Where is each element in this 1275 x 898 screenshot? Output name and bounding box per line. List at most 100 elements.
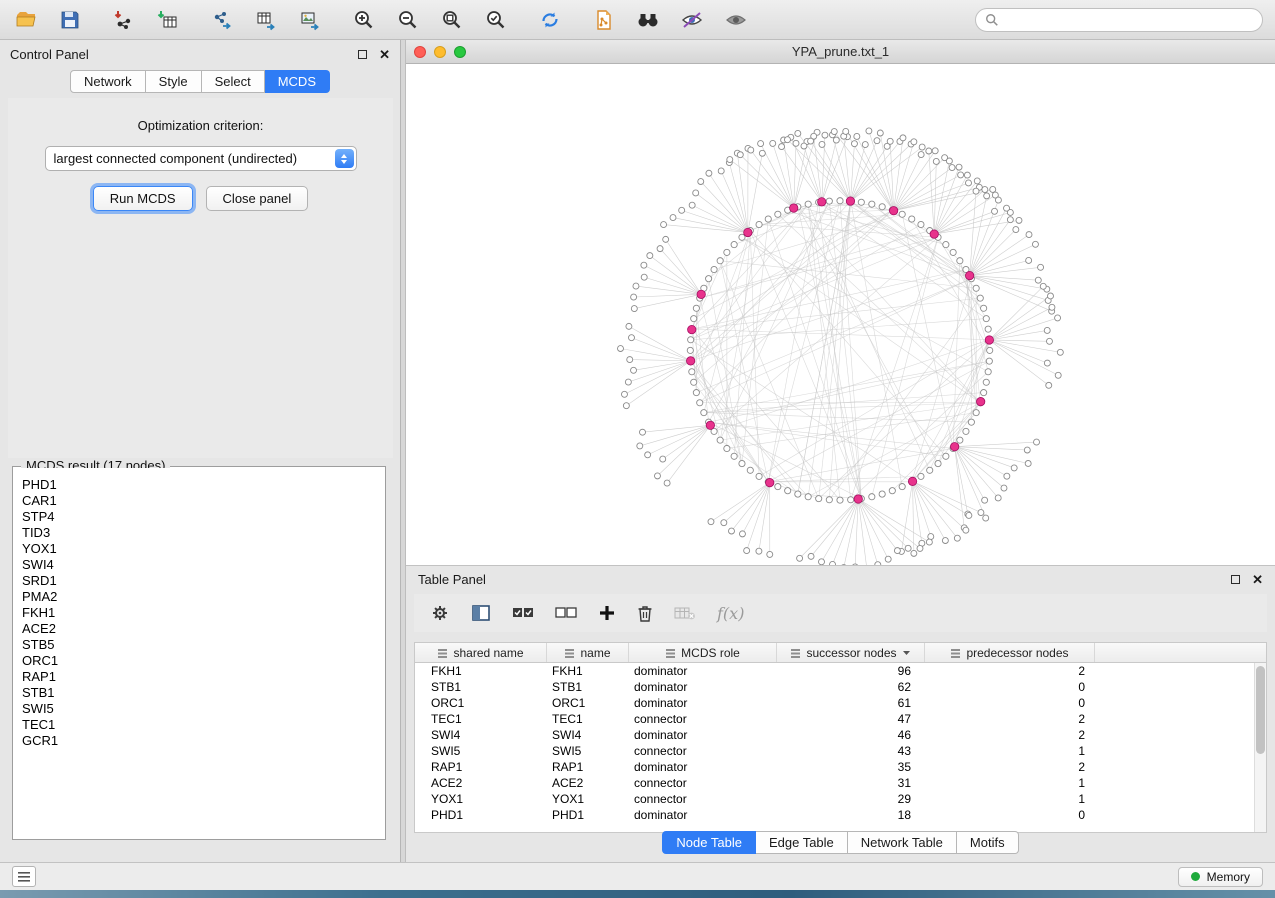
refresh-layout-button[interactable] bbox=[536, 6, 564, 34]
hide-details-button[interactable] bbox=[678, 6, 706, 34]
list-item[interactable]: SWI5 bbox=[22, 701, 384, 717]
add-row-icon[interactable] bbox=[598, 604, 616, 622]
column-header-name[interactable]: name bbox=[547, 643, 629, 662]
list-item[interactable]: GCR1 bbox=[22, 733, 384, 749]
table-vertical-scrollbar[interactable] bbox=[1254, 663, 1266, 832]
export-image-button[interactable] bbox=[296, 6, 324, 34]
list-item[interactable]: YOX1 bbox=[22, 541, 384, 557]
table-cell: 29 bbox=[777, 792, 925, 806]
export-group bbox=[208, 6, 324, 34]
tab-style[interactable]: Style bbox=[146, 70, 202, 93]
deselect-all-checkbox-icon[interactable] bbox=[555, 606, 577, 620]
network-canvas[interactable] bbox=[406, 64, 1275, 565]
optimization-criterion-label: Optimization criterion: bbox=[8, 118, 393, 133]
export-table-button[interactable] bbox=[252, 6, 280, 34]
table-cell: FKH1 bbox=[415, 664, 547, 678]
list-item[interactable]: SRD1 bbox=[22, 573, 384, 589]
table-cell: STB1 bbox=[547, 680, 629, 694]
list-item[interactable]: RAP1 bbox=[22, 669, 384, 685]
tab-select[interactable]: Select bbox=[202, 70, 265, 93]
file-group bbox=[12, 6, 84, 34]
function-fx-icon[interactable]: f(x) bbox=[717, 604, 744, 623]
tab-motifs[interactable]: Motifs bbox=[957, 831, 1019, 854]
list-item[interactable]: PHD1 bbox=[22, 477, 384, 493]
mcds-result-list[interactable]: PHD1CAR1STP4TID3YOX1SWI4SRD1PMA2FKH1ACE2… bbox=[14, 468, 384, 838]
list-item[interactable]: STP4 bbox=[22, 509, 384, 525]
minimize-window-icon[interactable] bbox=[434, 46, 446, 58]
maximize-window-icon[interactable] bbox=[454, 46, 466, 58]
desktop-background bbox=[0, 890, 1275, 898]
list-item[interactable]: STB1 bbox=[22, 685, 384, 701]
import-table-button[interactable] bbox=[154, 6, 182, 34]
close-table-panel-icon[interactable]: ✕ bbox=[1252, 573, 1263, 586]
table-row[interactable]: TEC1TEC1connector472 bbox=[415, 711, 1254, 727]
list-item[interactable]: TID3 bbox=[22, 525, 384, 541]
optimization-criterion-select[interactable]: largest connected component (undirected) bbox=[45, 146, 357, 171]
column-layout-icon[interactable] bbox=[471, 604, 491, 622]
close-panel-icon[interactable]: ✕ bbox=[379, 48, 390, 61]
float-panel-button[interactable] bbox=[358, 50, 367, 59]
binoculars-search-button[interactable] bbox=[634, 6, 662, 34]
table-row[interactable]: FKH1FKH1dominator962 bbox=[415, 663, 1254, 679]
tab-edge-table[interactable]: Edge Table bbox=[756, 831, 848, 854]
table-row[interactable]: PHD1PHD1dominator180 bbox=[415, 807, 1254, 823]
network-window-titlebar[interactable]: YPA_prune.txt_1 bbox=[406, 40, 1275, 64]
column-header-successor-nodes[interactable]: successor nodes bbox=[777, 643, 925, 662]
import-network-button[interactable] bbox=[110, 6, 138, 34]
import-table-icon bbox=[157, 9, 179, 31]
show-graphics-eye-icon bbox=[724, 9, 748, 31]
select-all-checkbox-icon[interactable] bbox=[512, 606, 534, 620]
list-item[interactable]: ACE2 bbox=[22, 621, 384, 637]
sort-icon bbox=[437, 648, 448, 658]
open-file-button[interactable] bbox=[12, 6, 40, 34]
list-item[interactable]: TEC1 bbox=[22, 717, 384, 733]
list-item[interactable]: FKH1 bbox=[22, 605, 384, 621]
close-panel-button[interactable]: Close panel bbox=[206, 186, 309, 211]
table-row[interactable]: YOX1YOX1connector291 bbox=[415, 791, 1254, 807]
network-graph[interactable] bbox=[406, 64, 1275, 565]
close-window-icon[interactable] bbox=[414, 46, 426, 58]
column-header-filler bbox=[1095, 643, 1266, 662]
table-row[interactable]: RAP1RAP1dominator352 bbox=[415, 759, 1254, 775]
export-image-icon bbox=[299, 9, 321, 31]
settings-gear-icon[interactable] bbox=[430, 603, 450, 623]
tab-network[interactable]: Network bbox=[70, 70, 146, 93]
float-table-panel-button[interactable] bbox=[1231, 575, 1240, 584]
delete-row-icon[interactable] bbox=[637, 604, 653, 623]
table-row[interactable]: ORC1ORC1dominator610 bbox=[415, 695, 1254, 711]
column-header-mcds-role[interactable]: MCDS role bbox=[629, 643, 777, 662]
search-field[interactable] bbox=[975, 8, 1263, 32]
list-item[interactable]: PMA2 bbox=[22, 589, 384, 605]
table-row[interactable]: SWI4SWI4dominator462 bbox=[415, 727, 1254, 743]
zoom-in-button[interactable] bbox=[350, 6, 378, 34]
run-mcds-button[interactable]: Run MCDS bbox=[93, 186, 193, 211]
list-item[interactable]: ORC1 bbox=[22, 653, 384, 669]
export-network-button[interactable] bbox=[208, 6, 236, 34]
save-button[interactable] bbox=[56, 6, 84, 34]
search-input[interactable] bbox=[1005, 12, 1253, 28]
table-row[interactable]: SWI5SWI5connector431 bbox=[415, 743, 1254, 759]
tab-mcds[interactable]: MCDS bbox=[265, 70, 330, 93]
zoom-fit-button[interactable] bbox=[438, 6, 466, 34]
list-item[interactable]: SWI4 bbox=[22, 557, 384, 573]
task-history-button[interactable] bbox=[12, 866, 36, 887]
table-row[interactable]: STB1STB1dominator620 bbox=[415, 679, 1254, 695]
table-cell: ACE2 bbox=[547, 776, 629, 790]
table-row[interactable]: ACE2ACE2connector311 bbox=[415, 775, 1254, 791]
memory-button[interactable]: Memory bbox=[1178, 867, 1263, 887]
list-item[interactable]: STB5 bbox=[22, 637, 384, 653]
table-panel-title: Table Panel bbox=[418, 572, 486, 587]
share-network-button[interactable] bbox=[590, 6, 618, 34]
table-disabled-icon bbox=[674, 605, 696, 621]
table-panel-header: Table Panel ✕ bbox=[406, 566, 1275, 592]
table-cell: YOX1 bbox=[415, 792, 547, 806]
show-graphics-button[interactable] bbox=[722, 6, 750, 34]
tab-node-table[interactable]: Node Table bbox=[662, 831, 756, 854]
scrollbar-thumb[interactable] bbox=[1256, 666, 1265, 754]
column-header-shared-name[interactable]: shared name bbox=[415, 643, 547, 662]
list-item[interactable]: CAR1 bbox=[22, 493, 384, 509]
column-header-predecessor-nodes[interactable]: predecessor nodes bbox=[925, 643, 1095, 662]
tab-network-table[interactable]: Network Table bbox=[848, 831, 957, 854]
zoom-out-button[interactable] bbox=[394, 6, 422, 34]
zoom-selected-button[interactable] bbox=[482, 6, 510, 34]
